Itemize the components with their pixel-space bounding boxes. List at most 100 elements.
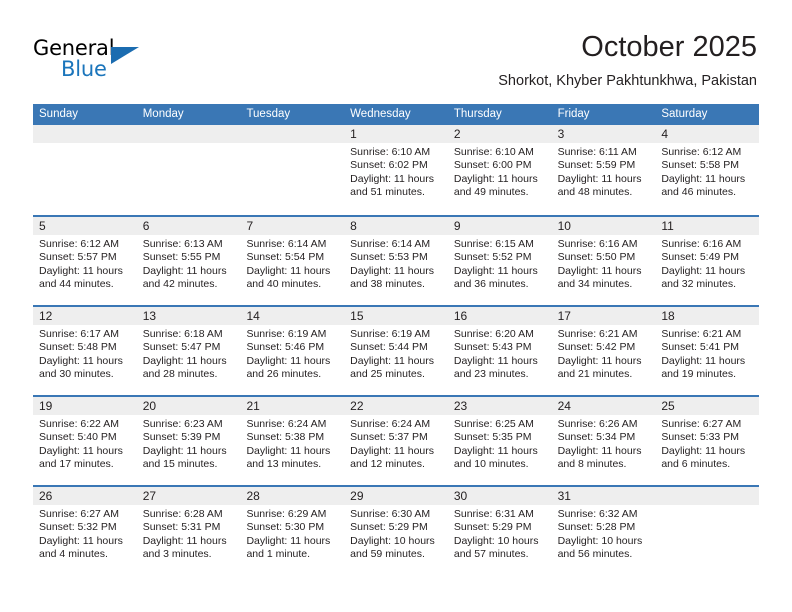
day-number-band: 31 (551, 487, 656, 505)
calendar-day-cell[interactable]: 23 Sunrise: 6:25 AM Sunset: 5:35 PM Dayligh… (447, 397, 552, 485)
calendar-day-cell[interactable]: 20 Sunrise: 6:23 AM Sunset: 5:39 PM Dayligh… (136, 397, 241, 485)
calendar-day-cell[interactable]: 16 Sunrise: 6:20 AM Sunset: 5:43 PM Dayligh… (447, 307, 552, 395)
sunset-time: Sunset: 5:30 PM (246, 521, 325, 534)
day-number: 17 (557, 309, 571, 323)
calendar-day-cell[interactable]: 8 Sunrise: 6:14 AM Sunset: 5:53 PM Daylight… (344, 217, 448, 305)
day-details: Sunrise: 6:21 AM Sunset: 5:41 PM Daylight:… (655, 325, 759, 381)
day-details: Sunrise: 6:31 AM Sunset: 5:29 PM Daylight:… (448, 505, 552, 561)
calendar-day-cell[interactable]: 10 Sunrise: 6:16 AM Sunset: 5:50 PM Dayligh… (551, 217, 656, 305)
daylight-duration-line2: and 12 minutes. (350, 457, 425, 470)
day-number: 9 (453, 219, 461, 233)
calendar-day-cell[interactable]: 1 Sunrise: 6:10 AM Sunset: 6:02 PM Daylight… (344, 125, 448, 215)
sunset-time: Sunset: 6:00 PM (453, 159, 532, 172)
calendar-day-cell[interactable]: 28 Sunrise: 6:29 AM Sunset: 5:30 PM Dayligh… (240, 487, 345, 575)
sunset-time: Sunset: 5:57 PM (39, 251, 117, 264)
calendar-day-cell[interactable]: 25 Sunrise: 6:27 AM Sunset: 5:33 PM Dayligh… (655, 397, 760, 485)
sunset-time: Sunset: 5:41 PM (661, 341, 739, 354)
calendar-day-cell[interactable]: 22 Sunrise: 6:24 AM Sunset: 5:37 PM Dayligh… (344, 397, 448, 485)
daylight-duration-line2: and 13 minutes. (246, 457, 322, 470)
calendar-day-cell[interactable]: 26 Sunrise: 6:27 AM Sunset: 5:32 PM Dayligh… (33, 487, 137, 575)
calendar-day-cell[interactable]: 15 Sunrise: 6:19 AM Sunset: 5:44 PM Dayligh… (344, 307, 448, 395)
day-number-band: 26 (33, 487, 137, 505)
calendar-day-cell[interactable]: 19 Sunrise: 6:22 AM Sunset: 5:40 PM Dayligh… (33, 397, 137, 485)
daylight-duration-line2: and 32 minutes. (661, 277, 737, 290)
calendar-day-cell[interactable]: 3 Sunrise: 6:11 AM Sunset: 5:59 PM Daylight… (551, 125, 656, 215)
calendar-day-cell[interactable]: 7 Sunrise: 6:14 AM Sunset: 5:54 PM Daylight… (240, 217, 345, 305)
calendar-day-cell[interactable]: 5 Sunrise: 6:12 AM Sunset: 5:57 PM Daylight… (33, 217, 137, 305)
day-number: 28 (246, 489, 260, 503)
daylight-duration-line1: Daylight: 11 hours (661, 264, 746, 277)
day-number: 24 (557, 399, 571, 413)
calendar-day-cell[interactable]: 29 Sunrise: 6:30 AM Sunset: 5:29 PM Dayligh… (344, 487, 448, 575)
day-number: 10 (557, 219, 571, 233)
calendar-day-cell[interactable]: 30 Sunrise: 6:31 AM Sunset: 5:29 PM Dayligh… (447, 487, 552, 575)
daylight-duration-line2: and 40 minutes. (246, 277, 322, 290)
sunset-time: Sunset: 5:47 PM (142, 341, 221, 354)
calendar-day-cell[interactable]: 21 Sunrise: 6:24 AM Sunset: 5:38 PM Dayligh… (240, 397, 345, 485)
day-details: Sunrise: 6:11 AM Sunset: 5:59 PM Daylight:… (552, 143, 656, 199)
sunrise-time: Sunrise: 6:18 AM (142, 328, 223, 340)
daylight-duration-line2: and 19 minutes. (661, 367, 737, 380)
calendar-day-cell[interactable]: 6 Sunrise: 6:13 AM Sunset: 5:55 PM Daylight… (136, 217, 241, 305)
calendar-day-cell[interactable]: 4 Sunrise: 6:12 AM Sunset: 5:58 PM Daylight… (655, 125, 760, 215)
daylight-duration-line2: and 57 minutes. (453, 547, 529, 560)
calendar-day-cell[interactable]: 17 Sunrise: 6:21 AM Sunset: 5:42 PM Dayligh… (551, 307, 656, 395)
calendar-week-row: 26 Sunrise: 6:27 AM Sunset: 5:32 PM Dayligh… (33, 485, 760, 575)
daylight-duration-line2: and 1 minute. (246, 547, 311, 560)
sunset-time: Sunset: 5:53 PM (350, 251, 428, 264)
day-number: 30 (453, 489, 468, 503)
daylight-duration-line2: and 23 minutes. (453, 367, 529, 380)
daylight-duration-line1: Daylight: 11 hours (661, 444, 746, 457)
daylight-duration-line2: and 3 minutes. (142, 547, 212, 560)
weekday-header-thursday: Thursday (453, 108, 502, 120)
day-number-band: 20 (136, 397, 241, 415)
sunrise-time: Sunrise: 6:23 AM (142, 418, 223, 430)
calendar-day-cell[interactable]: 31 Sunrise: 6:32 AM Sunset: 5:28 PM Dayligh… (551, 487, 656, 575)
day-number: 8 (350, 219, 357, 233)
day-number-band: 27 (136, 487, 241, 505)
sunset-time: Sunset: 5:35 PM (453, 431, 532, 444)
sunrise-time: Sunrise: 6:31 AM (453, 508, 534, 520)
daylight-duration-line1: Daylight: 11 hours (142, 444, 227, 457)
weekday-header-friday: Friday (557, 108, 590, 120)
day-number: 15 (350, 309, 364, 323)
daylight-duration-line2: and 6 minutes. (661, 457, 731, 470)
daylight-duration-line2: and 56 minutes. (557, 547, 633, 560)
day-number: 1 (350, 127, 357, 141)
day-number: 2 (453, 127, 461, 141)
page-title: October 2025 (581, 31, 757, 63)
calendar-day-cell[interactable]: 14 Sunrise: 6:19 AM Sunset: 5:46 PM Dayligh… (240, 307, 345, 395)
weekday-header-saturday: Saturday (661, 108, 708, 120)
daylight-duration-line2: and 51 minutes. (350, 185, 425, 198)
day-number: 31 (557, 489, 571, 503)
sunrise-time: Sunrise: 6:19 AM (246, 328, 327, 340)
day-number: 25 (661, 399, 675, 413)
day-number-band: 28 (240, 487, 345, 505)
day-number: 16 (453, 309, 468, 323)
sunset-time: Sunset: 5:49 PM (661, 251, 739, 264)
daylight-duration-line1: Daylight: 11 hours (142, 534, 227, 547)
calendar-day-cell[interactable]: 12 Sunrise: 6:17 AM Sunset: 5:48 PM Dayligh… (33, 307, 137, 395)
sunset-time: Sunset: 6:02 PM (350, 159, 428, 172)
day-details: Sunrise: 6:19 AM Sunset: 5:46 PM Daylight:… (240, 325, 344, 381)
calendar-day-cell[interactable]: 18 Sunrise: 6:21 AM Sunset: 5:41 PM Dayligh… (655, 307, 760, 395)
daylight-duration-line1: Daylight: 11 hours (142, 264, 227, 277)
day-number: 18 (661, 309, 675, 323)
sunrise-time: Sunrise: 6:10 AM (453, 146, 534, 158)
day-number-band: 4 (655, 125, 760, 143)
calendar-day-cell[interactable]: 9 Sunrise: 6:15 AM Sunset: 5:52 PM Daylight… (447, 217, 552, 305)
daylight-duration-line1: Daylight: 11 hours (453, 264, 538, 277)
calendar-day-cell[interactable]: 2 Sunrise: 6:10 AM Sunset: 6:00 PM Daylight… (447, 125, 552, 215)
daylight-duration-line1: Daylight: 11 hours (142, 354, 227, 367)
calendar-day-cell[interactable]: 11 Sunrise: 6:16 AM Sunset: 5:49 PM Dayligh… (655, 217, 760, 305)
daylight-duration-line2: and 28 minutes. (142, 367, 218, 380)
calendar-day-cell[interactable]: 13 Sunrise: 6:18 AM Sunset: 5:47 PM Dayligh… (136, 307, 241, 395)
calendar-day-cell[interactable]: 27 Sunrise: 6:28 AM Sunset: 5:31 PM Dayligh… (136, 487, 241, 575)
calendar-day-cell[interactable]: 24 Sunrise: 6:26 AM Sunset: 5:34 PM Dayligh… (551, 397, 656, 485)
sunrise-time: Sunrise: 6:30 AM (350, 508, 431, 520)
day-details: Sunrise: 6:29 AM Sunset: 5:30 PM Daylight:… (240, 505, 344, 561)
calendar-week-row: 19 Sunrise: 6:22 AM Sunset: 5:40 PM Dayligh… (33, 395, 760, 485)
day-number-band (655, 487, 760, 505)
day-number: 26 (39, 489, 53, 503)
sunrise-time: Sunrise: 6:27 AM (39, 508, 119, 520)
